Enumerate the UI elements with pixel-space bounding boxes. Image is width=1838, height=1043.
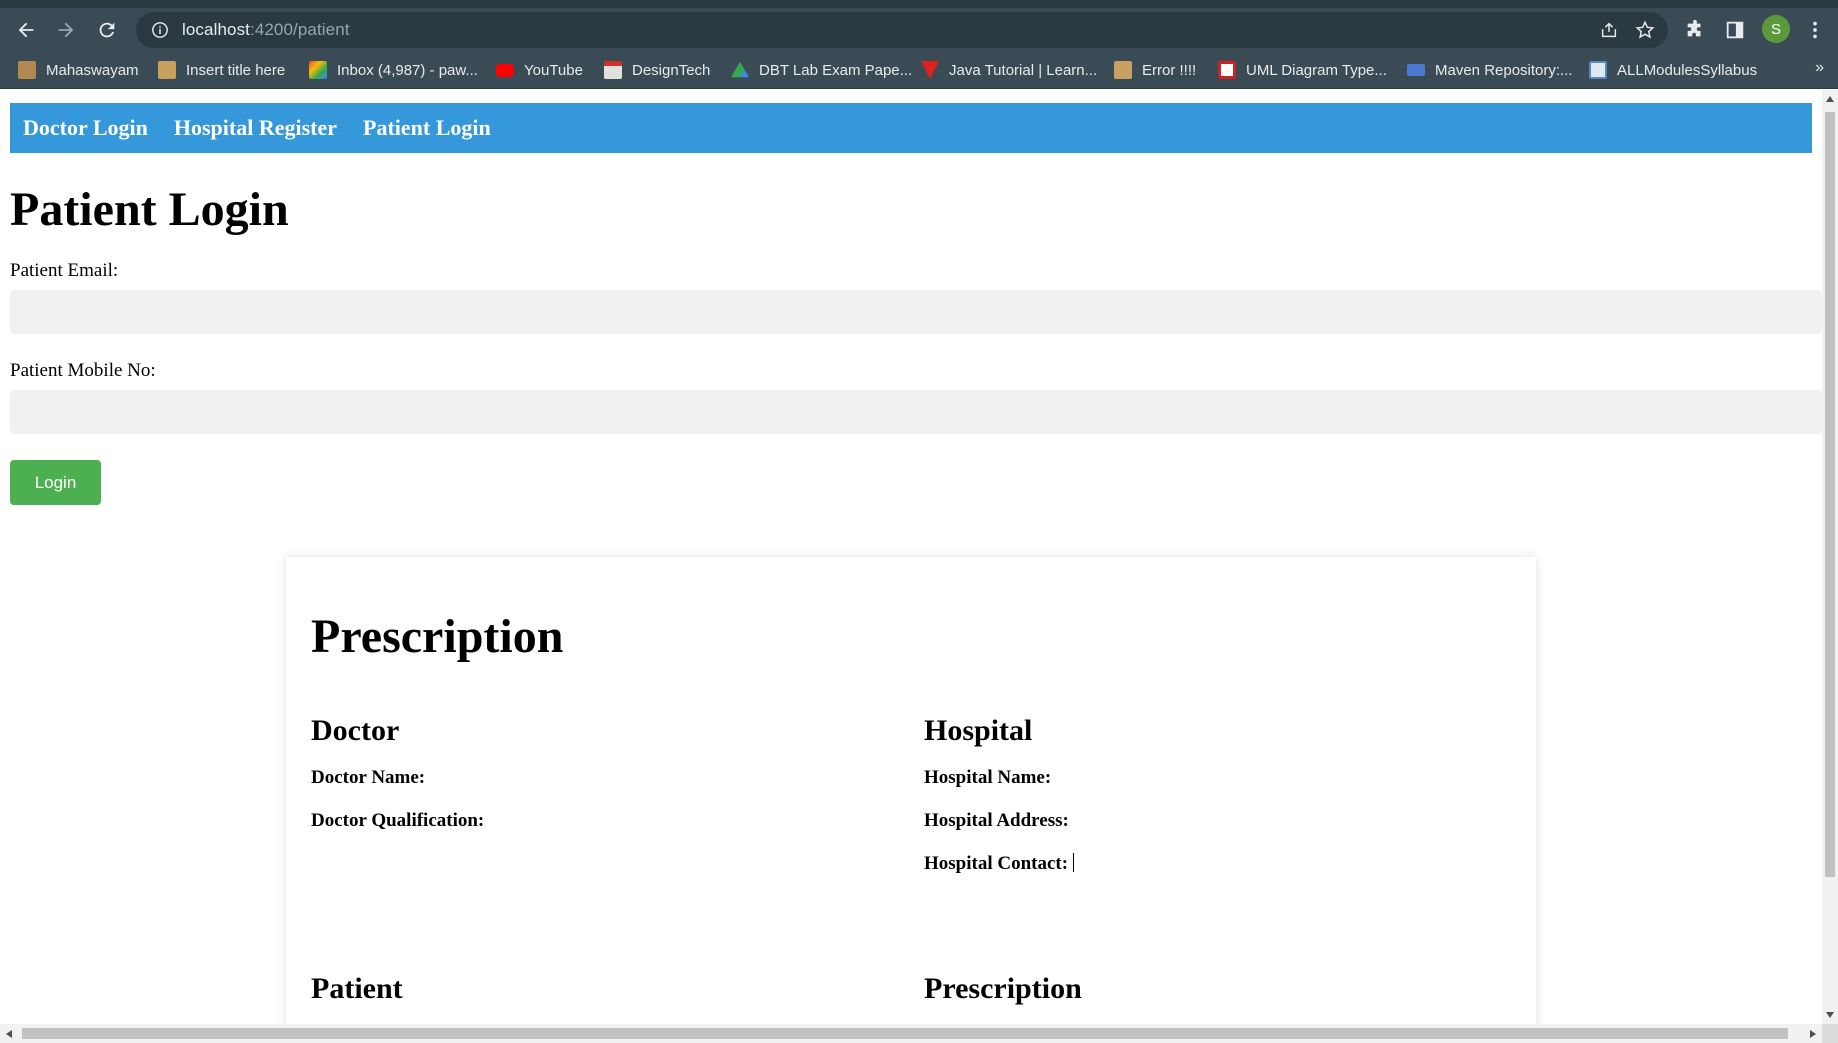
bookmark-label: DesignTech [632, 61, 711, 79]
mobile-label: Patient Mobile No: [10, 360, 156, 381]
bookmarks-bar: Mahaswayam Insert title here Inbox (4,98… [0, 51, 1838, 89]
arrow-right-icon [58, 22, 74, 38]
scroll-thumb[interactable] [22, 1028, 1788, 1039]
top-navbar: Doctor Login Hospital Register Patient L… [10, 103, 1812, 153]
browser-toolbar: localhost:4200/patient S [0, 8, 1838, 51]
text-cursor [1073, 853, 1075, 872]
prescription-card: Prescription Doctor Doctor Name: Doctor … [286, 557, 1536, 1024]
bookmark-label: Java Tutorial | Learn... [949, 61, 1098, 79]
maven-icon [1407, 64, 1425, 76]
scroll-up-arrow[interactable] [1826, 96, 1834, 102]
email-label: Patient Email: [10, 260, 119, 281]
menu-button[interactable] [1799, 14, 1831, 46]
creately-icon [1218, 61, 1236, 79]
nav-hospital-register[interactable]: Hospital Register [174, 115, 337, 141]
nav-patient-login[interactable]: Patient Login [363, 115, 491, 141]
scroll-down-arrow[interactable] [1826, 1012, 1834, 1018]
scroll-left-arrow[interactable] [6, 1030, 12, 1038]
bookmark-label: YouTube [524, 61, 583, 79]
bookmark-label: Inbox (4,987) - paw... [337, 61, 478, 79]
login-button[interactable]: Login [10, 460, 101, 505]
arrow-left-icon [18, 22, 34, 38]
patient-heading: Patient [311, 972, 403, 1005]
bookmark-all-modules[interactable]: ALLModulesSyllabus [1589, 59, 1757, 81]
bookmark-designtech[interactable]: DesignTech [604, 59, 710, 81]
bookmark-inbox[interactable]: Inbox (4,987) - paw... [309, 59, 478, 81]
bookmark-java-tutorial[interactable]: Java Tutorial | Learn... [921, 59, 1097, 81]
page-title: Patient Login [10, 183, 289, 236]
mobile-field[interactable] [10, 390, 1822, 434]
doctor-qualification-label: Doctor Qualification: [311, 810, 485, 831]
bookmark-youtube[interactable]: YouTube [496, 59, 583, 81]
tab-strip [0, 0, 1838, 8]
reload-icon [99, 22, 115, 38]
share-icon[interactable] [1598, 19, 1620, 41]
bookmark-maven[interactable]: Maven Repository:... [1407, 59, 1573, 81]
side-panel-icon [1726, 21, 1744, 39]
hospital-contact: Hospital Contact: [924, 853, 1075, 875]
url-path: :4200/patient [250, 20, 350, 39]
bookmark-label: Error !!!! [1142, 61, 1197, 79]
url-text[interactable]: localhost:4200/patient [182, 20, 350, 40]
bookmark-mahaswayam[interactable]: Mahaswayam [18, 59, 139, 81]
prescription-title: Prescription [311, 610, 564, 663]
page-icon [1114, 61, 1132, 79]
scroll-thumb[interactable] [1825, 112, 1835, 877]
page-icon [158, 61, 176, 79]
youtube-icon [496, 63, 514, 77]
hospital-address-label: Hospital Address: [924, 810, 1069, 831]
vertical-scrollbar[interactable] [1822, 90, 1838, 1024]
hospital-heading: Hospital [924, 714, 1033, 747]
star-icon[interactable] [1634, 19, 1656, 41]
address-bar[interactable]: localhost:4200/patient [136, 12, 1668, 48]
bookmark-insert-title[interactable]: Insert title here [158, 59, 285, 81]
url-host: localhost [182, 20, 250, 39]
extensions-button[interactable] [1679, 14, 1711, 46]
more-bookmarks-button[interactable]: » [1815, 59, 1824, 77]
profile-avatar[interactable]: S [1762, 15, 1790, 43]
doctor-heading: Doctor [311, 714, 400, 747]
doc-icon [1589, 61, 1607, 79]
bookmark-dbt-lab[interactable]: DBT Lab Exam Pape... [731, 59, 912, 81]
nav-doctor-login[interactable]: Doctor Login [23, 115, 148, 141]
doctor-name-label: Doctor Name: [311, 767, 426, 788]
forward-button[interactable] [50, 14, 82, 46]
emblem-icon [18, 61, 36, 79]
bookmark-label: UML Diagram Type... [1246, 61, 1387, 79]
bookmark-label: Maven Repository:... [1435, 61, 1573, 79]
bookmark-label: DBT Lab Exam Pape... [759, 61, 913, 79]
scrollbar-corner [1822, 1024, 1838, 1043]
hospital-contact-label: Hospital Contact: [924, 853, 1069, 874]
bookmark-uml-diagram[interactable]: UML Diagram Type... [1218, 59, 1387, 81]
bookmark-error[interactable]: Error !!!! [1114, 59, 1196, 81]
info-icon[interactable] [150, 20, 170, 40]
email-field[interactable] [10, 290, 1822, 334]
prescription-subheading: Prescription [924, 972, 1082, 1005]
designtech-icon [604, 61, 622, 79]
back-button[interactable] [10, 14, 42, 46]
page-viewport: Doctor Login Hospital Register Patient L… [0, 90, 1822, 1024]
puzzle-icon [1687, 19, 1701, 37]
scroll-right-arrow[interactable] [1810, 1030, 1816, 1038]
hospital-name-label: Hospital Name: [924, 767, 1052, 788]
bookmark-label: Insert title here [186, 61, 286, 79]
bookmark-label: Mahaswayam [46, 61, 139, 79]
bookmark-label: ALLModulesSyllabus [1617, 61, 1758, 79]
reload-button[interactable] [91, 14, 123, 46]
horizontal-scrollbar[interactable] [0, 1024, 1822, 1043]
kebab-menu-icon [1813, 21, 1817, 39]
gmail-icon [309, 61, 327, 79]
drive-icon [731, 61, 749, 78]
javatpoint-icon [921, 61, 939, 79]
side-panel-button[interactable] [1719, 14, 1751, 46]
